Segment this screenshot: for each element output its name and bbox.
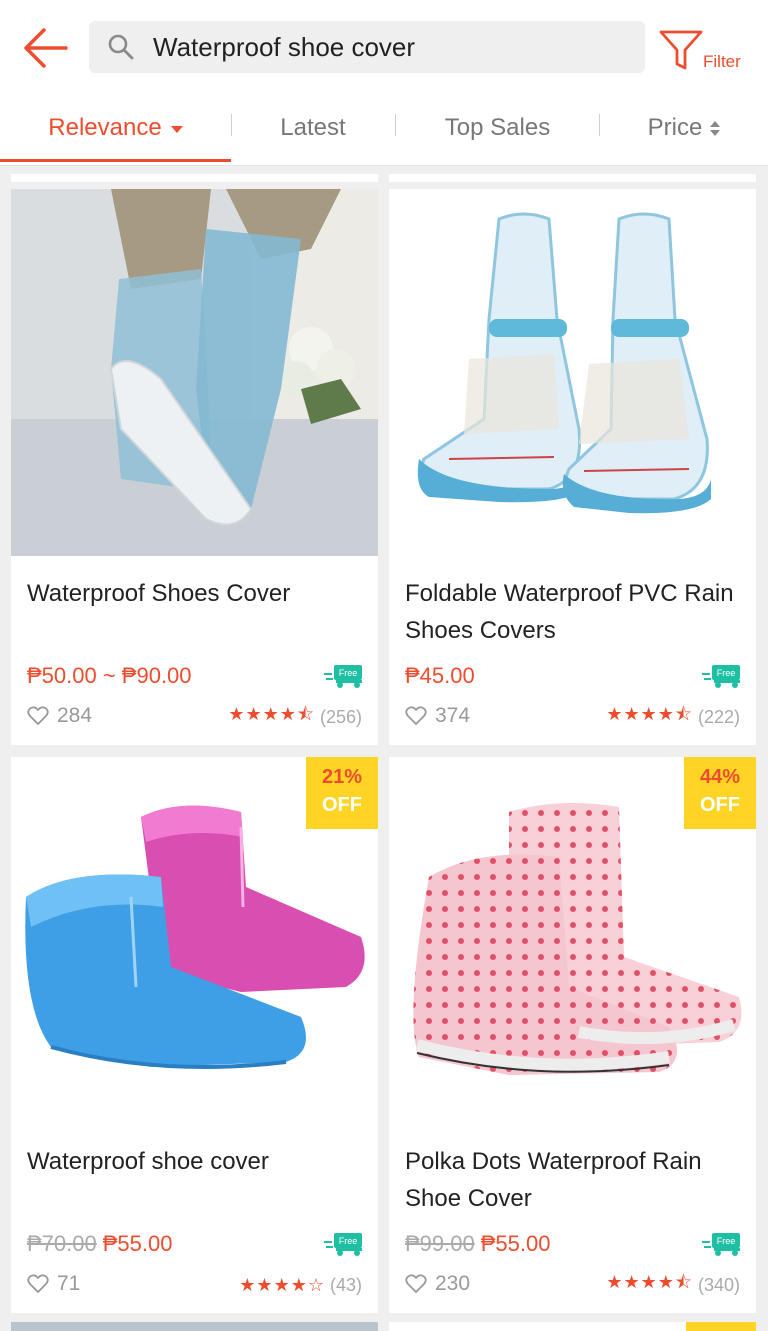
filter-button[interactable]: Filter (656, 28, 756, 76)
arrow-left-icon (24, 28, 68, 68)
discount-percent: 21% (321, 766, 363, 788)
product-rating: ★★★★☆ (43) (239, 1273, 362, 1297)
star-rating: ★★★★⯪ (606, 1272, 693, 1292)
sort-arrows-icon (710, 120, 721, 136)
original-price: ₱70.00 (27, 1231, 97, 1256)
product-image (11, 189, 378, 556)
product-title: Waterproof shoe cover (27, 1148, 269, 1175)
next-card-peek (11, 1322, 378, 1331)
filter-label: Filter (703, 52, 741, 71)
like-count[interactable]: 230 (405, 1271, 470, 1297)
discount-off: OFF (322, 794, 362, 816)
price-row: ₱99.00 ₱55.00 (405, 1231, 550, 1257)
free-shipping-icon: Free (702, 665, 740, 688)
search-icon (108, 34, 134, 60)
product-card[interactable]: 44% OFF Polka Dots Waterproof Rain Shoe … (389, 757, 756, 1313)
price-row: ₱45.00 (405, 663, 475, 689)
product-price: ₱50.00 ~ ₱90.00 (27, 663, 192, 688)
tab-label: Top Sales (444, 114, 551, 141)
star-rating: ★★★★☆ (239, 1274, 325, 1295)
discount-off: OFF (700, 794, 740, 816)
funnel-icon (659, 30, 703, 70)
free-label: Free (339, 668, 358, 678)
product-card[interactable]: Foldable Waterproof PVC Rain Shoes Cover… (389, 189, 756, 745)
original-price: ₱99.00 (405, 1231, 475, 1256)
product-rating: ★★★★⯪ (340) (606, 1272, 740, 1297)
free-shipping-icon: Free (702, 1233, 740, 1256)
search-query: Waterproof shoe cover (153, 32, 416, 62)
heart-icon (405, 1274, 427, 1293)
review-count: (340) (697, 1274, 740, 1295)
product-price: ₱55.00 (102, 1231, 173, 1256)
next-card-badge-peek (686, 1322, 756, 1331)
tab-label: Relevance (48, 114, 162, 141)
free-label: Free (339, 1236, 358, 1246)
tab-label: Price (647, 114, 703, 141)
tab-top-sales[interactable]: Top Sales (396, 96, 599, 160)
star-rating: ★★★★⯪ (228, 704, 315, 724)
heart-icon (27, 1274, 49, 1293)
product-title: Waterproof Shoes Cover (27, 580, 291, 607)
free-label: Free (717, 668, 736, 678)
like-count[interactable]: 374 (405, 703, 470, 729)
sort-tabs: Relevance Latest Top Sales Price (0, 96, 768, 164)
product-rating: ★★★★⯪ (256) (228, 704, 362, 729)
active-tab-indicator (0, 159, 231, 162)
previous-card-edge (389, 174, 756, 182)
like-count[interactable]: 71 (27, 1271, 80, 1297)
product-card[interactable]: Waterproof Shoes Cover ₱50.00 ~ ₱90.00 F… (11, 189, 378, 745)
free-shipping-icon: Free (324, 1233, 362, 1256)
free-shipping-icon: Free (324, 665, 362, 688)
discount-badge: 44% OFF (684, 757, 756, 829)
like-count[interactable]: 284 (27, 703, 92, 729)
product-price: ₱45.00 (405, 663, 475, 688)
product-title: Foldable Waterproof PVC Rain Shoes Cover… (405, 580, 734, 644)
tab-label: Latest (280, 114, 346, 141)
discount-badge: 21% OFF (306, 757, 378, 829)
product-title: Polka Dots Waterproof Rain Shoe Cover (405, 1148, 702, 1212)
product-rating: ★★★★⯪ (222) (606, 704, 740, 729)
free-label: Free (717, 1236, 736, 1246)
review-count: (43) (329, 1274, 362, 1295)
product-price: ₱55.00 (480, 1231, 551, 1256)
tab-price[interactable]: Price (600, 96, 768, 160)
tab-latest[interactable]: Latest (232, 96, 394, 160)
product-image (389, 189, 756, 556)
price-row: ₱70.00 ₱55.00 (27, 1231, 172, 1257)
discount-percent: 44% (699, 766, 741, 788)
review-count: (256) (319, 706, 362, 727)
tab-relevance[interactable]: Relevance (0, 96, 231, 160)
heart-icon (405, 706, 427, 725)
top-bar: Waterproof shoe cover Filter Relevance L… (0, 0, 768, 166)
back-button[interactable] (22, 26, 68, 70)
previous-card-edge (11, 174, 378, 182)
star-rating: ★★★★⯪ (606, 704, 693, 724)
caret-down-icon (170, 125, 183, 133)
product-card[interactable]: 21% OFF Waterproof shoe cover ₱70.00 ₱55.… (11, 757, 378, 1313)
price-row: ₱50.00 ~ ₱90.00 (27, 663, 192, 689)
search-bar[interactable]: Waterproof shoe cover (89, 21, 645, 73)
heart-icon (27, 706, 49, 725)
review-count: (222) (697, 706, 740, 727)
